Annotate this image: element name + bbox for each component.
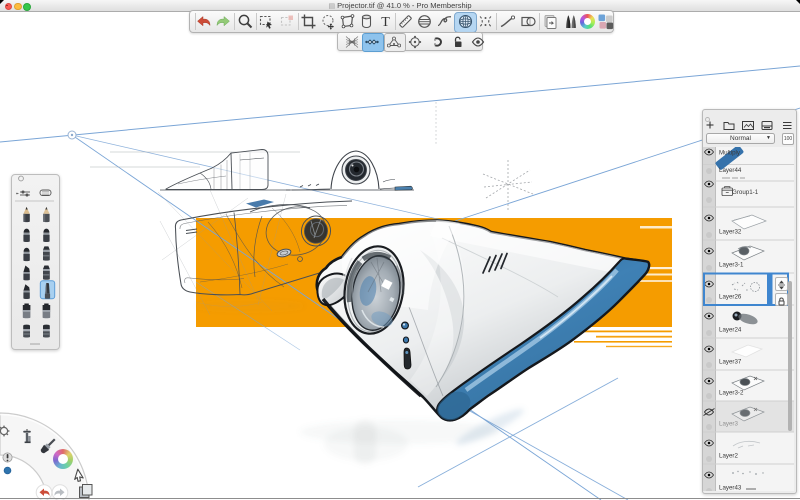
svg-text:Layer3-1: Layer3-1 [719,262,744,269]
svg-text:Layer3: Layer3 [719,421,738,428]
svg-text:Layer32: Layer32 [719,229,742,236]
svg-text:Layer44: Layer44 [719,167,742,174]
svg-text:Layer43: Layer43 [719,485,742,492]
svg-text:Layer2: Layer2 [719,453,738,460]
svg-text:Multiply: Multiply [719,150,741,157]
svg-text:Layer26: Layer26 [719,294,742,301]
svg-text:Layer24: Layer24 [719,327,742,334]
svg-text:T: T [381,15,390,30]
svg-text:Layer3-2: Layer3-2 [719,390,744,397]
svg-text:Group1-1: Group1-1 [732,189,759,196]
svg-text:Layer37: Layer37 [719,359,742,366]
